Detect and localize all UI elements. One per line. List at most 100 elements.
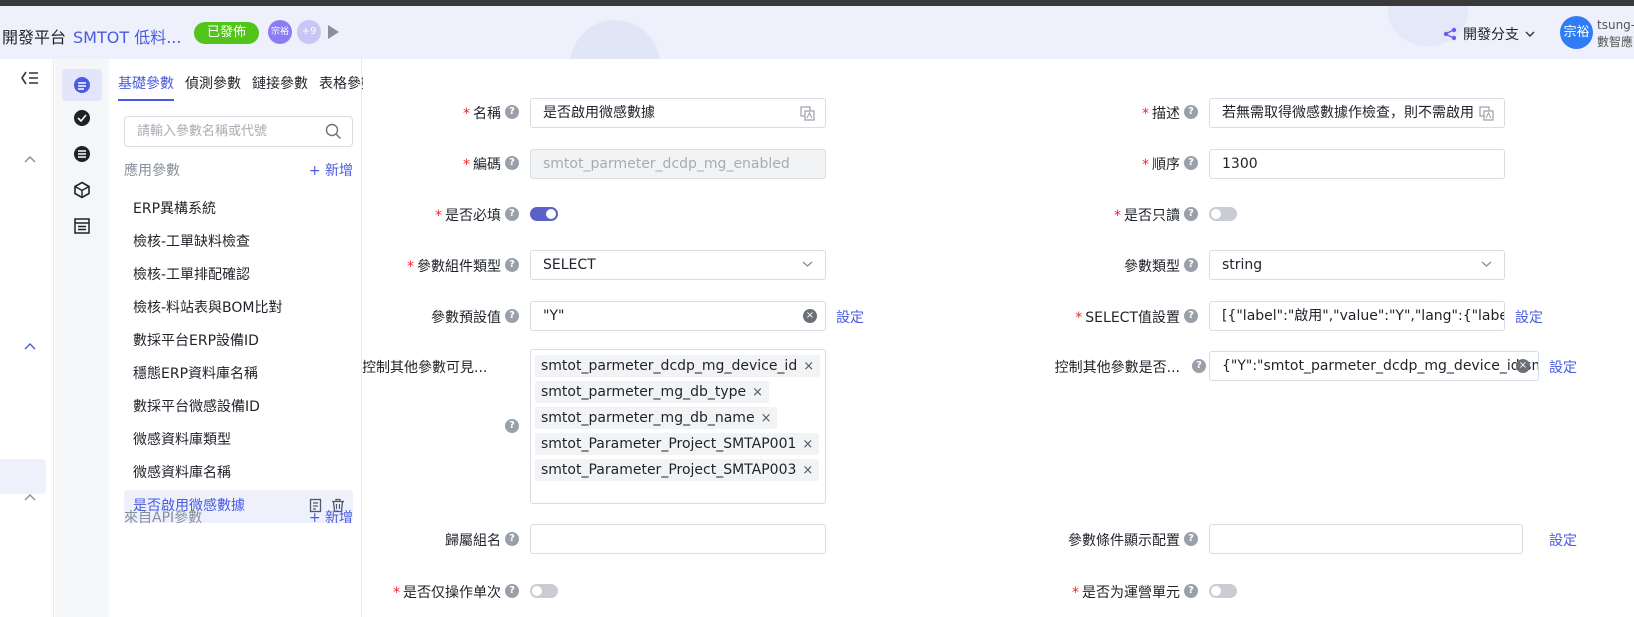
user-avatar[interactable]: 宗裕 [1560, 16, 1593, 49]
control-setting-link[interactable]: 設定 [1549, 357, 1577, 377]
add-app-param-button[interactable]: + 新增 [309, 160, 353, 180]
help-icon[interactable]: ? [1184, 584, 1198, 598]
help-icon[interactable]: ? [505, 419, 519, 433]
chevron-up-icon[interactable] [24, 155, 36, 163]
required-label: * 是否必填 [435, 208, 501, 224]
tag: smtot_parmeter_dcdp_mg_device_id × [535, 355, 821, 377]
list-item[interactable]: 檢核-料站表與BOM比對 [124, 292, 353, 325]
close-icon[interactable]: × [802, 437, 813, 452]
group-label: 歸屬組名 [445, 533, 501, 549]
clear-icon[interactable]: × [1516, 359, 1530, 373]
param-type-label: 參數類型 [1124, 259, 1180, 275]
help-icon[interactable]: ? [1184, 532, 1198, 546]
left-nav [0, 59, 54, 617]
help-icon[interactable]: ? [505, 207, 519, 221]
chevron-up-icon[interactable] [24, 342, 36, 350]
component-type-select[interactable]: SELECT [530, 250, 826, 280]
control-other-field[interactable]: {"Y":"smtot_parmeter_dcdp_mg_device_id,s… [1209, 351, 1539, 381]
help-icon[interactable]: ? [505, 156, 519, 170]
rail-cube-button[interactable] [62, 174, 102, 206]
select-setting-link[interactable]: 設定 [1515, 307, 1543, 327]
play-icon[interactable] [328, 25, 339, 39]
order-label: * 順序 [1142, 157, 1180, 173]
group-field[interactable] [530, 524, 826, 554]
database-icon [74, 77, 90, 93]
avatar-more[interactable]: +9 [297, 20, 321, 44]
list-icon [74, 146, 90, 162]
param-type-select[interactable]: string [1209, 250, 1505, 280]
help-icon[interactable]: ? [1184, 207, 1198, 221]
name-field[interactable]: 是否啟用微感數據 [530, 98, 826, 128]
nav-highlight[interactable] [0, 459, 46, 494]
collapse-menu-icon[interactable] [21, 71, 39, 85]
help-icon[interactable]: ? [505, 584, 519, 598]
help-icon[interactable]: ? [505, 105, 519, 119]
list-item[interactable]: 檢核-工單排配確認 [124, 259, 353, 292]
search-input[interactable] [125, 117, 315, 146]
select-value-field[interactable]: [{"label":"啟用","value":"Y","lang":{"labe… [1209, 301, 1505, 331]
rail-table-button[interactable] [62, 210, 102, 242]
required-toggle[interactable] [530, 207, 558, 221]
order-field[interactable]: 1300 [1209, 149, 1505, 179]
close-icon[interactable]: × [752, 385, 763, 400]
list-item[interactable]: 穩態ERP資料庫名稱 [124, 358, 353, 391]
chevron-down-icon [1481, 261, 1492, 267]
branch-label: 開發分支 [1463, 27, 1519, 43]
code-field: smtot_parmeter_dcdp_mg_enabled [530, 149, 826, 179]
app-name-link[interactable]: SMTOT 低料... [73, 24, 181, 48]
tag: smtot_Parameter_Project_SMTAP003 × [535, 459, 820, 481]
control-other-label: 控制其他參數是否... [1054, 360, 1180, 376]
tab-link[interactable]: 鏈接參數 [252, 73, 308, 101]
rail-list-button[interactable] [62, 138, 102, 170]
chevron-up-icon[interactable] [24, 493, 36, 501]
tab-basic[interactable]: 基礎參數 [118, 73, 174, 101]
ops-unit-label: * 是否为運營單元 [1072, 585, 1180, 601]
desc-field[interactable]: 若無需取得微感數據作檢查，則不需啟用 [1209, 98, 1505, 128]
tab-detect[interactable]: 偵測參數 [185, 73, 241, 101]
close-icon[interactable]: × [802, 463, 813, 478]
clear-icon[interactable]: × [803, 309, 817, 323]
tag: smtot_parmeter_mg_db_name × [535, 407, 778, 429]
list-item[interactable]: 微感資料庫類型 [124, 424, 353, 457]
close-icon[interactable]: × [761, 411, 772, 426]
readonly-label: * 是否只讀 [1114, 208, 1180, 224]
platform-title: 開發平台 [2, 28, 67, 47]
default-setting-link[interactable]: 設定 [836, 307, 864, 327]
translate-icon[interactable] [1479, 106, 1494, 121]
readonly-toggle[interactable] [1209, 207, 1237, 221]
select-value-label: * SELECT值設置 [1075, 310, 1180, 326]
help-icon[interactable]: ? [505, 532, 519, 546]
default-value-label: 參數預設值 [431, 310, 501, 326]
condition-setting-link[interactable]: 設定 [1549, 530, 1577, 550]
rail-params-button[interactable] [62, 69, 102, 101]
close-icon[interactable]: × [803, 359, 814, 374]
control-visible-label: 控制其他參數可見... [363, 360, 488, 376]
help-icon[interactable]: ? [1192, 359, 1206, 373]
op-once-toggle[interactable] [530, 584, 558, 598]
search-icon[interactable] [325, 123, 342, 140]
app-header: 開發平台 SMTOT 低料... 已發佈 宗裕 +9 開發分支 宗裕 tsung… [0, 6, 1634, 59]
user-info[interactable]: tsung- 數智應 [1597, 17, 1634, 51]
condition-field[interactable] [1209, 524, 1523, 554]
help-icon[interactable]: ? [505, 258, 519, 272]
add-api-param-button[interactable]: + 新增 [309, 507, 353, 527]
help-icon[interactable]: ? [1184, 156, 1198, 170]
list-item[interactable]: 數採平台ERP設備ID [124, 325, 353, 358]
branch-selector[interactable]: 開發分支 [1443, 24, 1535, 44]
list-item[interactable]: 數採平台微感設備ID [124, 391, 353, 424]
help-icon[interactable]: ? [1184, 105, 1198, 119]
translate-icon[interactable] [800, 106, 815, 121]
help-icon[interactable]: ? [505, 309, 519, 323]
help-icon[interactable]: ? [1184, 258, 1198, 272]
section-label: 應用參數 [124, 163, 180, 179]
list-item[interactable]: ERP異構系統 [124, 193, 353, 226]
list-item[interactable]: 檢核-工單缺料檢查 [124, 226, 353, 259]
condition-label: 參數條件顯示配置 [1068, 533, 1180, 549]
avatar[interactable]: 宗裕 [268, 20, 292, 44]
list-item[interactable]: 微感資料庫名稱 [124, 457, 353, 490]
default-value-field[interactable]: "Y" × [530, 301, 826, 331]
help-icon[interactable]: ? [1184, 309, 1198, 323]
rail-check-button[interactable] [62, 102, 102, 134]
ops-unit-toggle[interactable] [1209, 584, 1237, 598]
control-visible-tags[interactable]: smtot_parmeter_dcdp_mg_device_id × smtot_… [530, 349, 826, 504]
